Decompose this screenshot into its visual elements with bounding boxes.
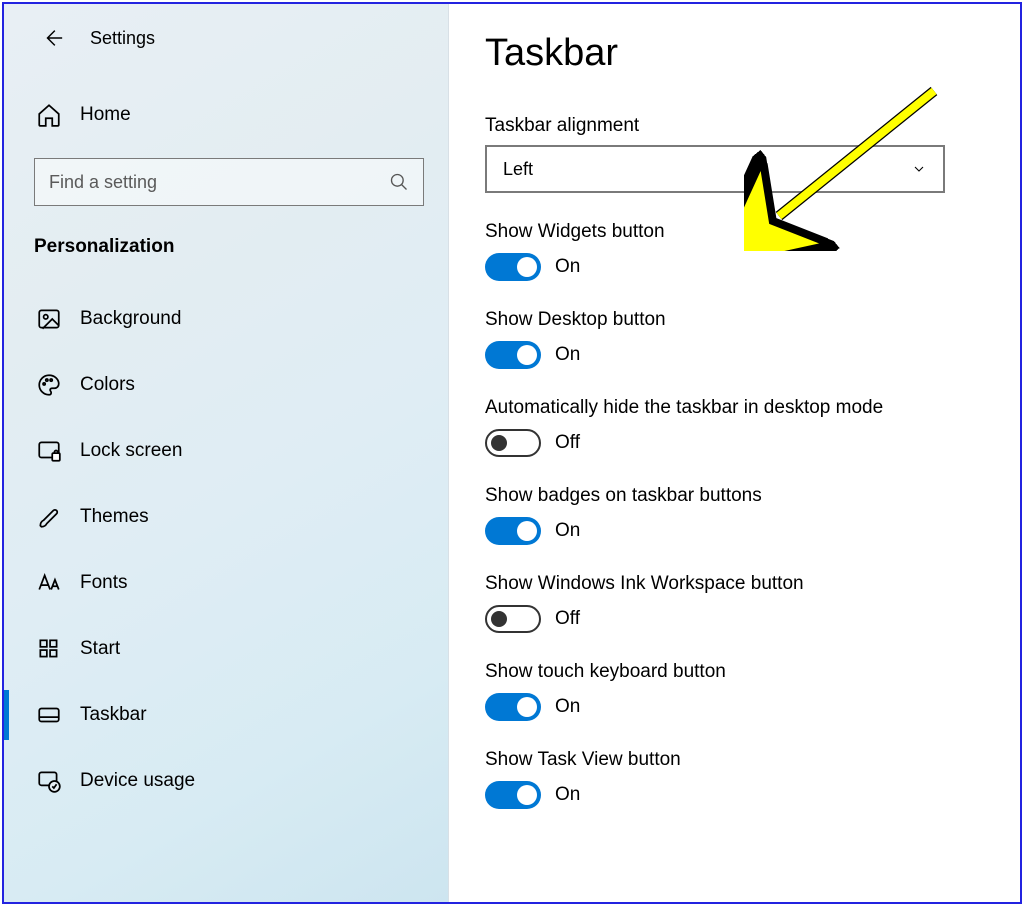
page-title: Taskbar bbox=[485, 32, 980, 75]
nav-item-colors[interactable]: Colors bbox=[4, 352, 448, 418]
nav-label: Taskbar bbox=[80, 704, 147, 726]
taskbar-icon bbox=[36, 702, 62, 728]
toggle-switch[interactable] bbox=[485, 693, 541, 721]
nav-label: Lock screen bbox=[80, 440, 182, 462]
nav-label: Themes bbox=[80, 506, 149, 528]
app-title: Settings bbox=[90, 28, 155, 49]
lock-screen-icon bbox=[36, 438, 62, 464]
nav-item-background[interactable]: Background bbox=[4, 286, 448, 352]
settings-window: Settings Home Personalization bbox=[2, 2, 1022, 904]
toggle-row: On bbox=[485, 781, 980, 809]
toggle-row: On bbox=[485, 253, 980, 281]
setting-1: Show Desktop button On bbox=[485, 309, 980, 369]
toggle-row: On bbox=[485, 693, 980, 721]
section-title: Personalization bbox=[4, 214, 448, 268]
toggle-switch[interactable] bbox=[485, 517, 541, 545]
setting-label: Show badges on taskbar buttons bbox=[485, 485, 980, 507]
nav-item-lock-screen[interactable]: Lock screen bbox=[4, 418, 448, 484]
dropdown-value: Left bbox=[503, 159, 533, 180]
toggle-state-text: On bbox=[555, 520, 580, 542]
nav-list: Background Colors bbox=[4, 286, 448, 814]
nav-label: Colors bbox=[80, 374, 135, 396]
taskbar-alignment-dropdown[interactable]: Left bbox=[485, 145, 945, 193]
search-input[interactable] bbox=[49, 172, 389, 193]
setting-0: Show Widgets button On bbox=[485, 221, 980, 281]
setting-label: Show Task View button bbox=[485, 749, 980, 771]
nav-label: Start bbox=[80, 638, 120, 660]
nav-item-fonts[interactable]: Fonts bbox=[4, 550, 448, 616]
toggle-row: Off bbox=[485, 429, 980, 457]
nav-label: Device usage bbox=[80, 770, 195, 792]
setting-label: Automatically hide the taskbar in deskto… bbox=[485, 397, 980, 419]
chevron-down-icon bbox=[911, 161, 927, 177]
sidebar: Settings Home Personalization bbox=[4, 4, 449, 902]
setting-3: Show badges on taskbar buttons On bbox=[485, 485, 980, 545]
home-icon bbox=[36, 102, 62, 128]
image-icon bbox=[36, 306, 62, 332]
toggle-state-text: On bbox=[555, 784, 580, 806]
setting-label: Show Widgets button bbox=[485, 221, 980, 243]
fonts-icon bbox=[36, 570, 62, 596]
nav-item-taskbar[interactable]: Taskbar bbox=[4, 682, 448, 748]
setting-4: Show Windows Ink Workspace button Off bbox=[485, 573, 980, 633]
search-box[interactable] bbox=[34, 158, 424, 206]
device-usage-icon bbox=[36, 768, 62, 794]
toggle-row: Off bbox=[485, 605, 980, 633]
setting-6: Show Task View button On bbox=[485, 749, 980, 809]
toggle-state-text: On bbox=[555, 696, 580, 718]
toggle-switch[interactable] bbox=[485, 781, 541, 809]
setting-label: Show touch keyboard button bbox=[485, 661, 980, 683]
setting-label: Show Windows Ink Workspace button bbox=[485, 573, 980, 595]
nav-item-start[interactable]: Start bbox=[4, 616, 448, 682]
toggle-state-text: On bbox=[555, 344, 580, 366]
nav-item-themes[interactable]: Themes bbox=[4, 484, 448, 550]
home-label: Home bbox=[80, 104, 131, 126]
brush-icon bbox=[36, 504, 62, 530]
nav-item-device-usage[interactable]: Device usage bbox=[4, 748, 448, 814]
setting-5: Show touch keyboard button On bbox=[485, 661, 980, 721]
toggle-switch[interactable] bbox=[485, 605, 541, 633]
toggle-row: On bbox=[485, 341, 980, 369]
setting-label: Show Desktop button bbox=[485, 309, 980, 331]
palette-icon bbox=[36, 372, 62, 398]
start-icon bbox=[36, 636, 62, 662]
title-bar: Settings bbox=[4, 22, 448, 72]
toggle-switch[interactable] bbox=[485, 429, 541, 457]
home-nav[interactable]: Home bbox=[4, 90, 448, 140]
toggle-switch[interactable] bbox=[485, 341, 541, 369]
nav-label: Fonts bbox=[80, 572, 128, 594]
toggle-switch[interactable] bbox=[485, 253, 541, 281]
toggle-state-text: On bbox=[555, 256, 580, 278]
back-button[interactable] bbox=[34, 19, 72, 57]
alignment-label: Taskbar alignment bbox=[485, 115, 980, 137]
setting-2: Automatically hide the taskbar in deskto… bbox=[485, 397, 980, 457]
search-icon bbox=[389, 172, 409, 192]
main-panel: Taskbar Taskbar alignment Left Show Widg… bbox=[449, 4, 1020, 902]
nav-label: Background bbox=[80, 308, 181, 330]
toggle-state-text: Off bbox=[555, 432, 580, 454]
toggle-row: On bbox=[485, 517, 980, 545]
toggle-state-text: Off bbox=[555, 608, 580, 630]
